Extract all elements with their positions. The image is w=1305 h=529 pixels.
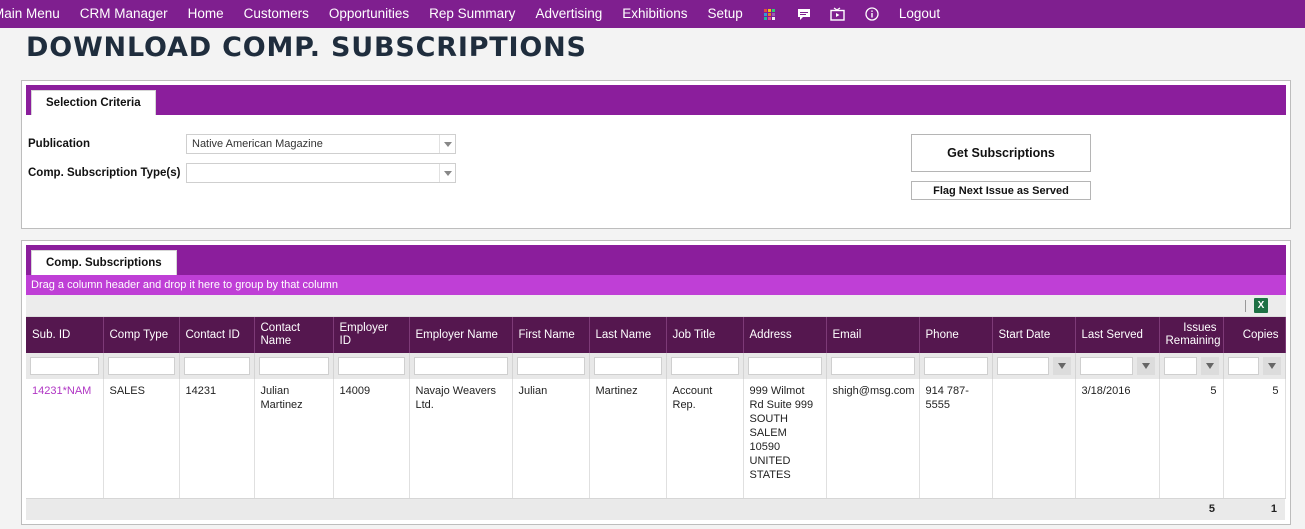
cell-employer-name: Navajo Weavers Ltd. (409, 379, 513, 499)
comp-type-select[interactable] (186, 163, 456, 183)
nav-exhibitions[interactable]: Exhibitions (612, 0, 697, 28)
filter-input[interactable] (830, 357, 915, 375)
cell-last-served: 3/18/2016 (1075, 379, 1160, 499)
apps-grid-icon[interactable] (753, 0, 787, 28)
table-row: 14231*NAM SALES 14231 Julian Martinez 14… (26, 379, 1286, 499)
filter-icon[interactable] (1052, 357, 1071, 375)
publication-select[interactable]: Native American Magazine (186, 134, 456, 154)
info-icon[interactable] (855, 0, 889, 28)
cell-phone: 914 787-5555 (919, 379, 993, 499)
tab-selection-criteria[interactable]: Selection Criteria (31, 90, 156, 115)
filter-input[interactable] (1163, 357, 1197, 375)
filter-input[interactable] (516, 357, 585, 375)
total-copies: 1 (1223, 498, 1285, 520)
column-header[interactable]: Contact Name (254, 317, 334, 353)
column-header[interactable]: Last Name (589, 317, 667, 353)
grid-toolbar: X (26, 295, 1286, 317)
column-header[interactable]: Last Served (1075, 317, 1160, 353)
filter-input[interactable] (183, 357, 250, 375)
filter-input[interactable] (1079, 357, 1133, 375)
subscriptions-table: Sub. ID Comp Type Contact ID Contact Nam… (26, 317, 1286, 520)
publication-label: Publication (28, 138, 90, 150)
column-header[interactable]: Issues Remaining (1159, 317, 1224, 353)
page-title: DOWNLOAD COMP. SUBSCRIPTIONS (26, 32, 587, 63)
video-icon[interactable] (821, 0, 855, 28)
nav-customers[interactable]: Customers (234, 0, 319, 28)
cell-first-name: Julian (512, 379, 590, 499)
nav-opportunities[interactable]: Opportunities (319, 0, 419, 28)
cell-comp-type: SALES (103, 379, 180, 499)
nav-rep-summary[interactable]: Rep Summary (419, 0, 525, 28)
cell-employer-id: 14009 (333, 379, 410, 499)
column-header[interactable]: Address (743, 317, 827, 353)
nav-crm-manager[interactable]: CRM Manager (70, 0, 178, 28)
top-nav: Main Menu CRM Manager Home Customers Opp… (0, 0, 1305, 28)
total-issues-remaining: 5 (1159, 498, 1223, 520)
column-header[interactable]: Start Date (992, 317, 1076, 353)
filter-input[interactable] (996, 357, 1049, 375)
filter-row (26, 353, 1286, 379)
comp-type-label: Comp. Subscription Type(s) (28, 167, 181, 179)
column-header[interactable]: Employer ID (333, 317, 410, 353)
cell-contact-id: 14231 (179, 379, 255, 499)
sub-id-link[interactable]: 14231*NAM (32, 385, 91, 397)
nav-advertising[interactable]: Advertising (525, 0, 612, 28)
cell-address: 999 Wilmot Rd Suite 999 SOUTH SALEM 1059… (743, 379, 827, 499)
column-header[interactable]: Phone (919, 317, 993, 353)
column-header[interactable]: Job Title (666, 317, 744, 353)
chevron-down-icon[interactable] (439, 135, 455, 153)
nav-setup[interactable]: Setup (698, 0, 753, 28)
chevron-down-icon[interactable] (439, 164, 455, 182)
nav-logout[interactable]: Logout (889, 0, 950, 28)
filter-input[interactable] (670, 357, 739, 375)
cell-job-title: Account Rep. (666, 379, 744, 499)
tab-comp-subscriptions[interactable]: Comp. Subscriptions (31, 250, 177, 275)
filter-input[interactable] (747, 357, 822, 375)
filter-input[interactable] (30, 357, 99, 375)
column-header[interactable]: Employer Name (409, 317, 513, 353)
cell-start-date (992, 379, 1076, 499)
column-header[interactable]: First Name (512, 317, 590, 353)
chat-icon[interactable] (787, 0, 821, 28)
excel-export-icon[interactable]: X (1254, 298, 1268, 313)
filter-icon[interactable] (1262, 357, 1281, 375)
filter-input[interactable] (413, 357, 508, 375)
toolbar-divider (1245, 300, 1246, 312)
cell-issues-remaining: 5 (1159, 379, 1224, 499)
flag-next-issue-button[interactable]: Flag Next Issue as Served (911, 181, 1091, 200)
comp-subscriptions-header: Comp. Subscriptions (26, 245, 1286, 275)
nav-home[interactable]: Home (178, 0, 234, 28)
column-header[interactable]: Sub. ID (26, 317, 104, 353)
column-header[interactable]: Comp Type (103, 317, 180, 353)
table-footer-row: 5 1 (26, 498, 1285, 520)
filter-input[interactable] (923, 357, 988, 375)
cell-email: shigh@msg.com (826, 379, 920, 499)
filter-input[interactable] (258, 357, 329, 375)
selection-criteria-header: Selection Criteria (26, 85, 1286, 115)
publication-value: Native American Magazine (192, 138, 323, 150)
cell-last-name: Martinez (589, 379, 667, 499)
filter-input[interactable] (107, 357, 175, 375)
group-by-bar[interactable]: Drag a column header and drop it here to… (26, 275, 1286, 295)
comp-subscriptions-panel: Comp. Subscriptions Drag a column header… (21, 240, 1291, 525)
nav-main-menu[interactable]: Main Menu (0, 0, 70, 28)
column-header[interactable]: Copies (1223, 317, 1286, 353)
table-header-row: Sub. ID Comp Type Contact ID Contact Nam… (26, 317, 1286, 353)
column-header[interactable]: Email (826, 317, 920, 353)
filter-input[interactable] (337, 357, 405, 375)
filter-icon[interactable] (1200, 357, 1219, 375)
column-header[interactable]: Contact ID (179, 317, 255, 353)
filter-input[interactable] (1227, 357, 1259, 375)
get-subscriptions-button[interactable]: Get Subscriptions (911, 134, 1091, 172)
filter-icon[interactable] (1136, 357, 1155, 375)
cell-contact-name: Julian Martinez (254, 379, 334, 499)
cell-copies: 5 (1223, 379, 1286, 499)
filter-input[interactable] (593, 357, 662, 375)
selection-criteria-panel: Selection Criteria Publication Native Am… (21, 80, 1291, 229)
